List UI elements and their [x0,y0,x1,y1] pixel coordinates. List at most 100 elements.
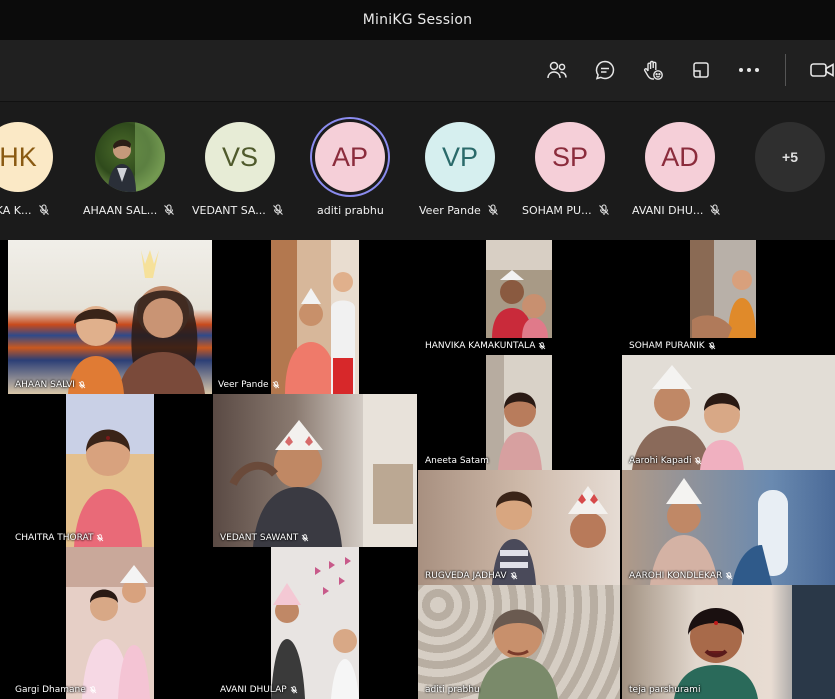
participant-name: AAROHI KONDLEKAR [629,571,723,581]
participant-name: AVANI DHU... [632,203,704,217]
participant-name: SOHAM PURANIK [629,341,705,351]
title-bar: MiniKG Session [0,0,835,40]
video-tile[interactable]: teja parshurami [622,585,835,699]
video-grid: AHAAN SALVI Veer Pande HANVIKA KAMAKUNTA… [0,240,835,699]
video-feed [690,240,756,338]
participant-label: AHAAN SALVI [15,380,86,390]
video-feed [486,355,552,470]
video-feed [271,240,359,394]
video-tile[interactable]: CHAITRA THORAT [8,394,212,547]
video-tile[interactable]: aditi prabhu [418,585,620,699]
mic-off-icon [710,204,721,215]
participant-label: teja parshurami [629,685,700,695]
mic-off-icon [272,381,279,389]
avatar-initials: AD [661,141,699,172]
video-tile[interactable]: Gargi Dhamane [8,547,212,699]
gallery-overflow[interactable]: +5 [741,102,835,240]
avatar-initials: VS [221,141,259,172]
video-feed [271,547,359,699]
video-feed [650,478,788,585]
gallery-participant[interactable]: SP SOHAM PU... [521,102,631,240]
participant-name: VEDANT SA... [192,203,266,217]
share-tray-button[interactable] [689,58,713,82]
participant-label: SOHAM PURANIK [629,341,716,351]
participant-name-row: AVANI DHU... [632,202,721,218]
participant-label: AAROHI KONDLEKAR [629,571,733,581]
video-tile[interactable]: Aarohi Kapadi [622,355,835,470]
video-tile[interactable]: AAROHI KONDLEKAR [622,470,835,585]
participant-name: Veer Pande [419,203,481,217]
gallery-participant[interactable]: VP Veer Pande [411,102,521,240]
avatar: AD [645,122,715,192]
people-button[interactable] [545,58,569,82]
video-tile[interactable]: VEDANT SAWANT [213,394,417,547]
gallery-participant-speaking[interactable]: AP aditi prabhu [302,102,412,240]
participant-name: SOHAM PU... [522,203,592,217]
mic-off-icon [89,686,97,694]
participant-label: Aarohi Kapadi [629,456,702,466]
mic-off-icon [487,204,498,215]
participant-label: Gargi Dhamane [15,685,97,695]
chat-button[interactable] [593,58,617,82]
people-icon [547,61,567,79]
participant-label: Veer Pande [218,380,280,390]
video-feed [68,250,205,394]
video-feed [486,240,552,338]
gallery-participant[interactable]: HK VIKA K... [0,102,95,240]
participant-name-row: VIKA K... [0,202,50,218]
gallery-participant[interactable]: VS VEDANT SA... [191,102,301,240]
participant-label: AVANI DHULAP [220,685,298,695]
avatar: HK [0,122,53,192]
mic-off-icon [510,572,517,580]
participant-name: AVANI DHULAP [220,685,287,695]
video-feed [66,394,154,547]
avatar-photo [95,122,165,192]
participant-name: AHAAN SAL... [83,203,158,217]
participant-name-row: SOHAM PU... [522,202,610,218]
participant-name: Gargi Dhamane [15,685,86,695]
participant-name: Veer Pande [218,380,269,390]
participant-name: AHAAN SALVI [15,380,75,390]
avatar: SP [535,122,605,192]
participant-name-row: AHAAN SAL... [83,202,175,218]
participant-name: aditi prabhu [317,203,384,217]
participant-name: CHAITRA THORAT [15,533,94,543]
participant-label: Aneeta Satam [425,456,489,466]
gallery-participant[interactable]: AD AVANI DHU... [631,102,741,240]
window-title: MiniKG Session [362,12,473,28]
participant-label: RUGVEDA JADHAV [425,571,518,581]
mic-off-icon [598,204,609,215]
toolbar-divider [785,54,786,86]
video-tile[interactable]: AVANI DHULAP [213,547,417,699]
participant-name: teja parshurami [629,685,701,695]
participant-name-row: aditi prabhu [317,202,384,218]
meeting-toolbar [0,40,835,102]
avatar: VS [205,122,275,192]
more-options-button[interactable] [737,58,761,82]
video-tile[interactable]: Veer Pande [213,240,415,394]
meeting-window: MiniKG Session HK A K... AHAAN SAL... VS… [0,0,835,699]
video-tile[interactable]: HANVIKA KAMAKUNTALA [418,240,620,355]
child-photo-icon [108,122,165,192]
raise-hand-icon [644,60,663,80]
participant-name: VIKA K... [0,203,32,217]
more-options-icon [739,68,759,72]
participant-name-row: Veer Pande [419,202,499,218]
video-tile[interactable]: Aneeta Satam [418,355,620,470]
mic-off-icon [164,204,175,215]
gallery-participant[interactable]: AHAAN SAL... [82,102,192,240]
participant-name: VEDANT SAWANT [220,533,299,543]
participant-label: CHAITRA THORAT [15,533,104,543]
avatar: VP [425,122,495,192]
participant-name-row: VEDANT SA... [192,202,284,218]
video-tile[interactable]: SOHAM PURANIK [622,240,835,355]
avatar-initials: VP [441,141,479,172]
mic-off-icon [725,572,733,580]
raise-hand-button[interactable] [641,58,665,82]
camera-button[interactable] [810,58,835,82]
mic-off-icon [539,342,546,350]
participant-name: aditi prabhu [425,685,480,695]
video-tile[interactable]: RUGVEDA JADHAV [418,470,620,585]
video-tile[interactable]: AHAAN SALVI [8,240,212,394]
mic-off-icon [97,534,104,542]
